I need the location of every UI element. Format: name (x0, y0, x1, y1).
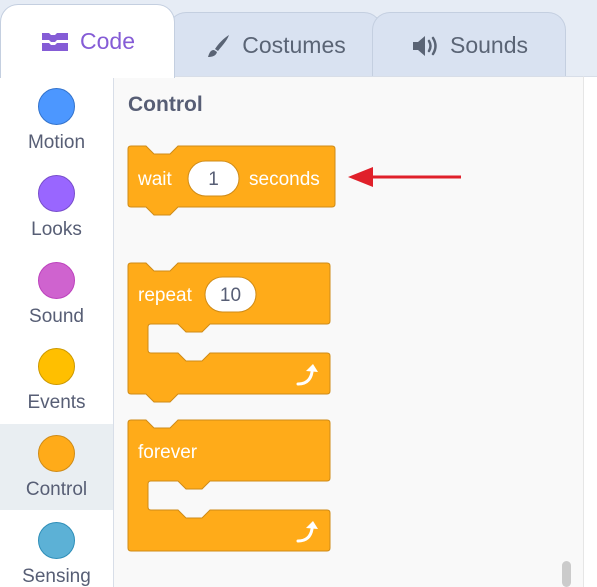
wait-label: wait (137, 169, 173, 190)
repeat-label: repeat (138, 285, 193, 306)
wait-seconds-input[interactable]: 1 (187, 160, 240, 197)
blocks-canvas: wait 1 seconds repeat 10 forever (127, 145, 461, 552)
code-icon (40, 31, 70, 53)
wait-block[interactable]: wait 1 seconds (127, 145, 336, 216)
repeat-count-input[interactable]: 10 (204, 276, 257, 313)
wait-suffix: seconds (249, 169, 320, 190)
forever-block[interactable]: forever (127, 419, 331, 552)
tab-code[interactable]: Code (0, 4, 175, 78)
wait-seconds-value: 1 (208, 169, 219, 190)
forever-label: forever (138, 442, 198, 463)
repeat-count-value: 10 (220, 285, 241, 306)
tab-label: Code (80, 28, 135, 54)
annotation-arrow (348, 167, 461, 187)
repeat-block[interactable]: repeat 10 (127, 262, 331, 403)
